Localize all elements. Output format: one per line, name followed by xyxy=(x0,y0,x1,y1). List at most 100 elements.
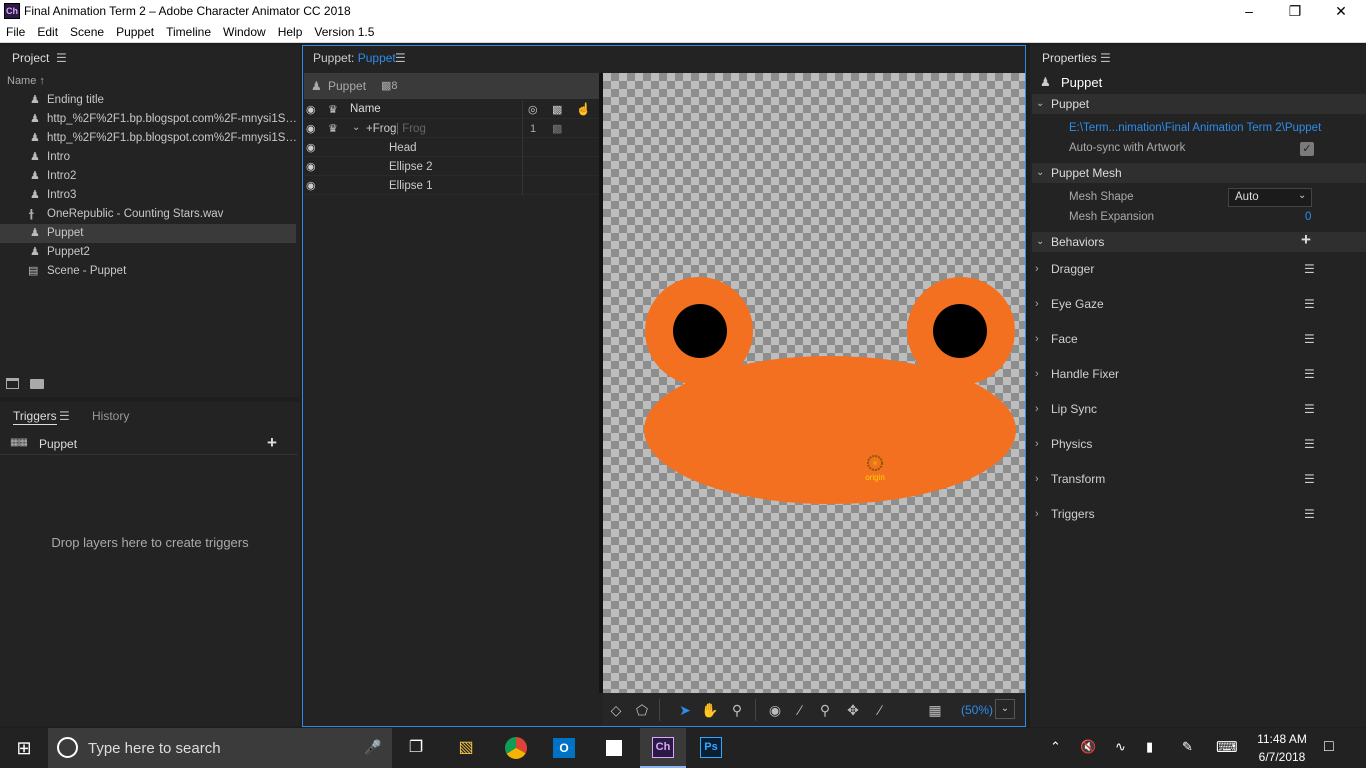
pin-tool-icon[interactable]: ⚲ xyxy=(815,700,835,720)
file-explorer-icon[interactable]: ▧ xyxy=(444,728,488,768)
pen-workspace-icon[interactable]: ✎ xyxy=(1182,739,1193,755)
puppet-panel-menu-icon[interactable]: ☰ xyxy=(395,51,406,65)
zoom-level[interactable]: (50%) xyxy=(961,703,993,717)
menu-timeline[interactable]: Timeline xyxy=(160,23,217,39)
zoom-tool-icon[interactable]: ⚲ xyxy=(727,700,747,720)
behavior-row[interactable]: › Lip Sync ☰ xyxy=(1032,399,1332,419)
touch-keyboard-icon[interactable]: ⌨ xyxy=(1216,738,1238,756)
eye-icon[interactable]: ◉ xyxy=(306,160,316,173)
behavior-menu-icon[interactable]: ☰ xyxy=(1304,364,1315,384)
eye-icon[interactable]: ◉ xyxy=(306,141,316,154)
behavior-menu-icon[interactable]: ☰ xyxy=(1304,329,1315,349)
layer-row[interactable] xyxy=(304,176,600,195)
tab-history[interactable]: History xyxy=(92,409,129,423)
zoom-dropdown-icon[interactable]: ⌄ xyxy=(995,699,1015,719)
project-item[interactable]: ♟ Intro2 xyxy=(0,167,296,186)
behavior-menu-icon[interactable]: ☰ xyxy=(1304,504,1315,524)
triggers-panel-menu-icon[interactable]: ☰ xyxy=(59,409,70,423)
wifi-icon[interactable]: ∿ xyxy=(1115,739,1126,755)
show-hidden-icons-icon[interactable]: ⌃ xyxy=(1050,739,1061,755)
behavior-row[interactable]: › Transform ☰ xyxy=(1032,469,1332,489)
action-center-icon[interactable]: □ xyxy=(1324,738,1334,756)
crown-icon[interactable]: ♛ xyxy=(328,122,338,135)
chevron-down-icon[interactable]: ⌄ xyxy=(352,122,360,133)
taskbar-time[interactable]: 11:48 AM xyxy=(1254,732,1310,746)
mesh-expansion-value[interactable]: 0 xyxy=(1305,211,1311,223)
behavior-menu-icon[interactable]: ☰ xyxy=(1304,294,1315,314)
sticky-notes-icon[interactable] xyxy=(604,738,624,758)
handle-column-icon[interactable]: ☝ xyxy=(576,102,591,116)
character-animator-taskbar-icon[interactable]: Ch xyxy=(652,737,674,758)
layer-row[interactable] xyxy=(304,157,600,176)
menu-help[interactable]: Help xyxy=(272,23,309,39)
photoshop-taskbar-icon[interactable]: Ps xyxy=(700,737,722,758)
restore-icon[interactable]: ❐ xyxy=(1272,0,1318,23)
behavior-row[interactable]: › Dragger ☰ xyxy=(1032,259,1332,279)
new-folder-icon[interactable] xyxy=(30,379,44,389)
behavior-menu-icon[interactable]: ☰ xyxy=(1304,259,1315,279)
hand-tool-icon[interactable]: ✋ xyxy=(700,700,720,720)
eye-icon[interactable]: ◉ xyxy=(306,122,316,135)
behavior-row[interactable]: › Handle Fixer ☰ xyxy=(1032,364,1332,384)
origin-tool-icon[interactable]: ◉ xyxy=(765,700,785,720)
close-icon[interactable]: ✕ xyxy=(1318,0,1364,23)
menu-file[interactable]: File xyxy=(0,23,31,39)
stick-tool-icon[interactable]: ∕ xyxy=(870,700,890,720)
project-panel-title[interactable]: Project xyxy=(12,51,49,65)
properties-panel-title[interactable]: Properties xyxy=(1042,51,1097,65)
name-column-header[interactable]: Name xyxy=(350,103,381,115)
behavior-menu-icon[interactable]: ☰ xyxy=(1304,399,1315,419)
puppet-section-header[interactable]: ⌄ Puppet xyxy=(1032,94,1366,114)
volume-muted-icon[interactable]: 🔇 xyxy=(1080,739,1096,755)
dragger-tool-icon[interactable]: ∕ xyxy=(790,700,810,720)
project-item-selected[interactable]: ♟ Puppet xyxy=(0,224,296,243)
project-item[interactable]: ♟ Intro3 xyxy=(0,186,296,205)
frog-artwork[interactable]: origin xyxy=(603,73,1025,693)
menu-scene[interactable]: Scene xyxy=(64,23,110,39)
outlook-icon[interactable]: O xyxy=(553,738,575,758)
behavior-menu-icon[interactable]: ☰ xyxy=(1304,469,1315,489)
autosync-checkbox[interactable]: ✓ xyxy=(1300,142,1314,156)
windows-start-icon[interactable]: ⊞ xyxy=(2,728,46,768)
menu-puppet[interactable]: Puppet xyxy=(110,23,160,39)
tab-triggers[interactable]: Triggers xyxy=(13,409,57,425)
puppet-path-link[interactable]: E:\Term...nimation\Final Animation Term … xyxy=(1069,122,1321,134)
transparency-grid-icon[interactable]: ▦ xyxy=(925,700,945,720)
battery-icon[interactable]: ▮ xyxy=(1146,739,1153,755)
project-item[interactable]: ♟ http_%2F%2F1.bp.blogspot.com%2F-mnysi1S… xyxy=(0,110,296,129)
eye-icon[interactable]: ◉ xyxy=(306,103,316,116)
behavior-row[interactable]: › Physics ☰ xyxy=(1032,434,1332,454)
behavior-row[interactable]: › Triggers ☰ xyxy=(1032,504,1332,524)
menu-edit[interactable]: Edit xyxy=(31,23,64,39)
behavior-row[interactable]: › Eye Gaze ☰ xyxy=(1032,294,1332,314)
crown-icon[interactable]: ♛ xyxy=(328,103,338,116)
select-tool-icon[interactable]: ➤ xyxy=(675,700,695,720)
behavior-row[interactable]: › Face ☰ xyxy=(1032,329,1332,349)
layer-row[interactable] xyxy=(304,138,600,157)
eye-icon[interactable]: ◉ xyxy=(306,179,316,192)
chrome-icon[interactable] xyxy=(505,737,527,759)
taskbar-date[interactable]: 6/7/2018 xyxy=(1254,750,1310,764)
properties-panel-menu-icon[interactable]: ☰ xyxy=(1100,51,1111,65)
project-item[interactable]: ♟ http_%2F%2F1.bp.blogspot.com%2F-mnysi1S… xyxy=(0,129,296,148)
origin-column-icon[interactable]: ◎ xyxy=(528,103,538,116)
behaviors-section-header[interactable]: ⌄ Behaviors xyxy=(1032,232,1366,252)
add-behavior-icon[interactable]: + xyxy=(1301,230,1311,250)
project-item[interactable]: ⋅||⋅ OneRepublic - Counting Stars.wav xyxy=(0,205,296,224)
shape-icon[interactable]: ⬠ xyxy=(632,700,652,720)
new-scene-icon[interactable] xyxy=(6,378,19,389)
project-name-column[interactable]: Name ↑ xyxy=(7,75,45,87)
puppet-panel-title[interactable]: Puppet: Puppet xyxy=(313,51,396,65)
menu-window[interactable]: Window xyxy=(217,23,272,39)
behavior-menu-icon[interactable]: ☰ xyxy=(1304,434,1315,454)
project-panel-menu-icon[interactable]: ☰ xyxy=(56,51,67,65)
add-trigger-icon[interactable]: + xyxy=(267,433,277,453)
project-item[interactable]: ♟ Ending title xyxy=(0,91,296,110)
mesh-icon[interactable]: ◇ xyxy=(606,700,626,720)
puppet-mesh-section-header[interactable]: ⌄ Puppet Mesh xyxy=(1032,163,1366,183)
project-item[interactable]: ▤ Scene - Puppet xyxy=(0,262,296,281)
minimize-icon[interactable]: – xyxy=(1226,0,1272,23)
microphone-icon[interactable]: 🎤 xyxy=(364,739,381,756)
tag-column-icon[interactable]: ▩ xyxy=(552,103,562,116)
handle-tool-icon[interactable]: ✥ xyxy=(843,700,863,720)
